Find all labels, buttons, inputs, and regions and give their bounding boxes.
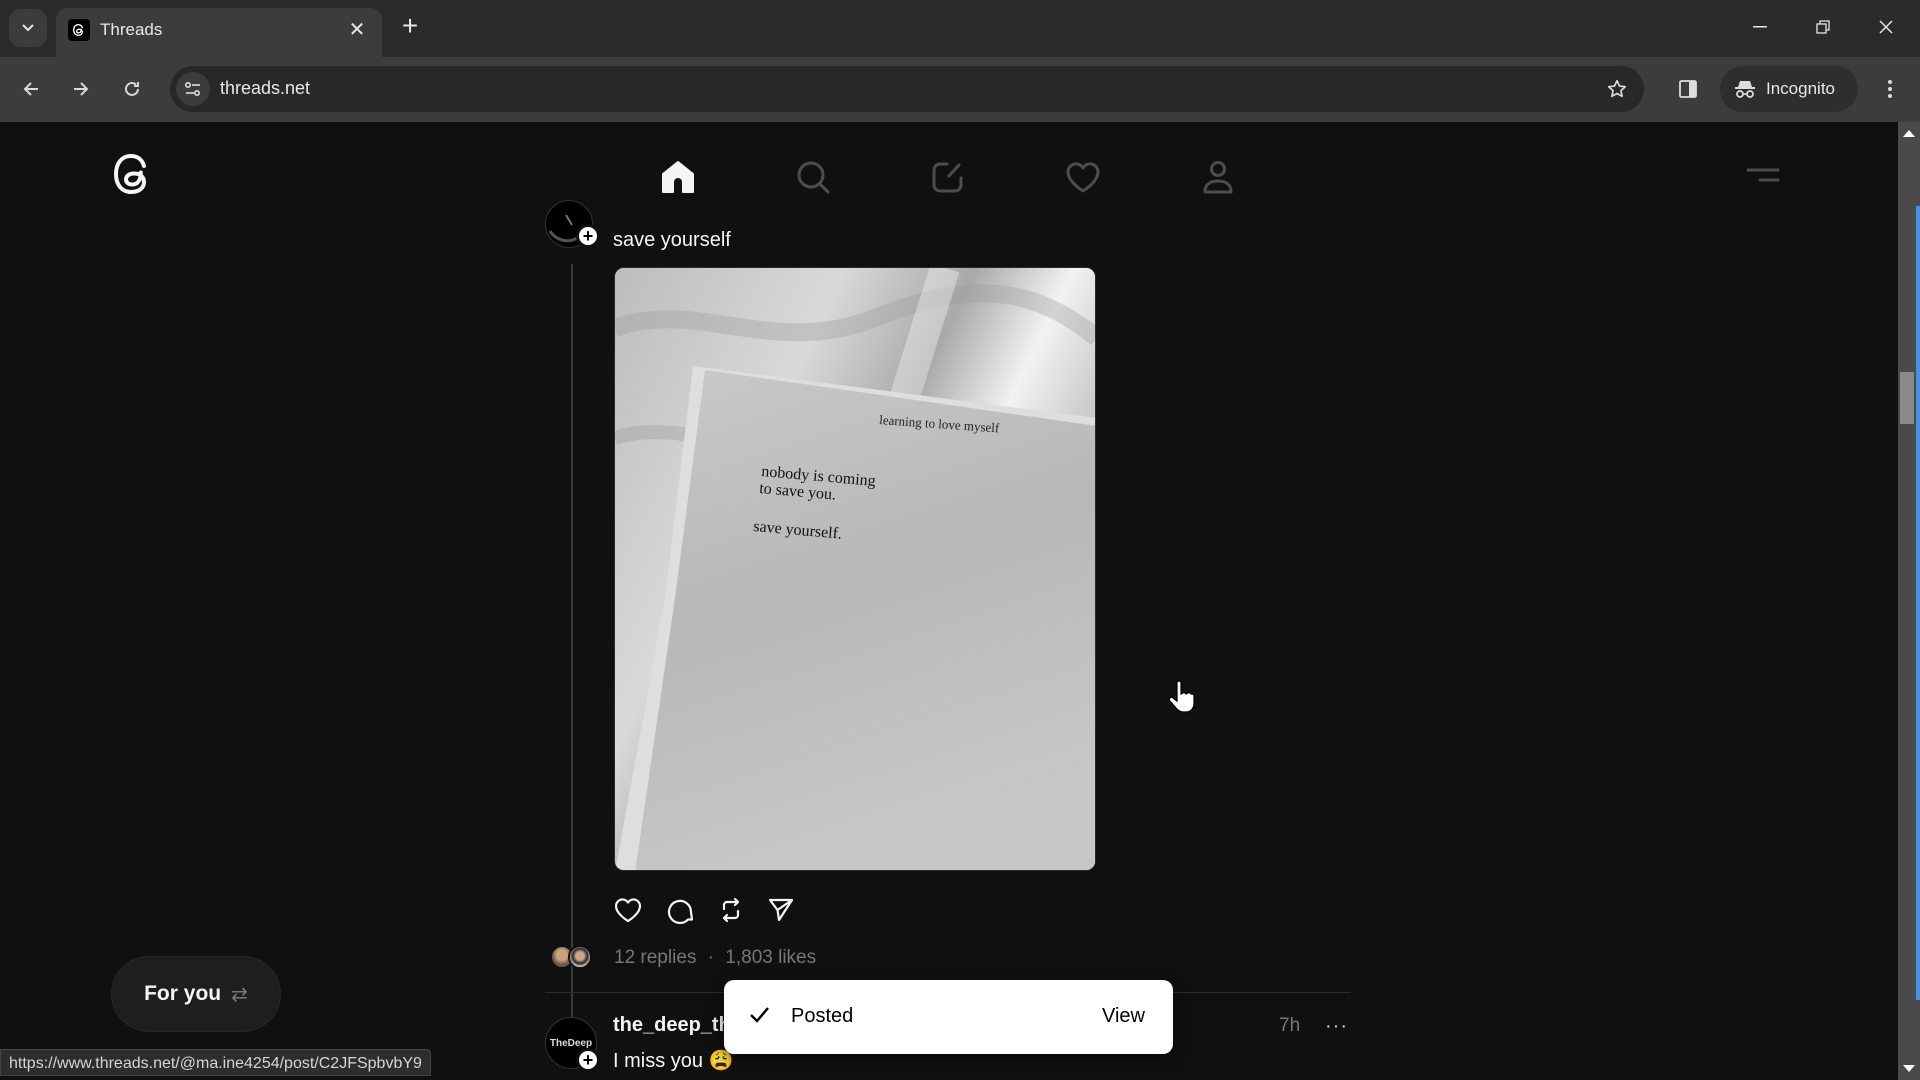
post-photo: learning to love myself nobody is coming…: [615, 268, 1095, 870]
incognito-badge[interactable]: Incognito: [1720, 66, 1858, 112]
swap-icon: ⇄: [231, 983, 248, 1006]
follow-plus-icon[interactable]: +: [576, 224, 600, 248]
next-post-text: I miss you 😩: [613, 1050, 734, 1072]
star-icon: [1607, 79, 1627, 98]
toast-message: Posted: [791, 1005, 854, 1027]
side-panel-button[interactable]: [1672, 73, 1704, 105]
stats-separator: ·: [707, 947, 714, 968]
bookmark-button[interactable]: [1604, 76, 1630, 102]
address-bar[interactable]: threads.net: [170, 66, 1644, 112]
arrow-right-icon: [74, 82, 89, 96]
heart-icon: [1066, 162, 1100, 193]
forward-button[interactable]: [63, 71, 99, 107]
tab-close-icon[interactable]: ✕: [344, 16, 370, 42]
reload-icon: [125, 81, 139, 96]
back-button[interactable]: [13, 71, 49, 107]
feed-switch-button[interactable]: For you ⇄: [111, 956, 281, 1032]
nav-search[interactable]: [763, 144, 863, 210]
browser-tab[interactable]: Threads ✕: [56, 8, 382, 57]
reply-button[interactable]: [662, 892, 698, 928]
next-post-username[interactable]: the_deep_th: [613, 1014, 731, 1037]
status-bar-url: https://www.threads.net/@ma.ine4254/post…: [0, 1049, 431, 1076]
arrow-left-icon: [23, 82, 38, 96]
more-options-icon[interactable]: ···: [1325, 1015, 1348, 1038]
comment-icon: [667, 899, 694, 924]
side-panel-icon: [1679, 80, 1697, 98]
scroll-focus-indicator: [1916, 206, 1920, 1000]
menu-button[interactable]: [1742, 160, 1782, 190]
post-stats: 12 replies · 1,803 likes: [614, 947, 816, 969]
tab-title: Threads: [100, 20, 163, 39]
new-tab-button[interactable]: +: [395, 12, 425, 42]
page-scrollbar[interactable]: [1898, 122, 1920, 1080]
home-icon: [662, 161, 694, 193]
threads-favicon-icon: [68, 19, 90, 41]
chevron-down-icon: [22, 24, 34, 32]
minimize-button[interactable]: [1740, 12, 1780, 42]
nav-home[interactable]: [628, 144, 728, 210]
avatar-text: TheDeep: [549, 1037, 593, 1049]
post-image[interactable]: learning to love myself nobody is coming…: [614, 267, 1096, 871]
posted-toast: Posted View: [724, 980, 1173, 1054]
restore-icon: [1816, 20, 1830, 34]
minimize-icon: [1753, 26, 1767, 28]
search-icon: [797, 161, 830, 194]
tune-icon: [184, 81, 201, 97]
browser-tab-strip: Threads ✕ +: [0, 0, 1920, 57]
scrollbar-thumb[interactable]: [1900, 372, 1914, 424]
nav-activity[interactable]: [1033, 144, 1133, 210]
post-text: save yourself: [613, 229, 731, 251]
toast-view-link[interactable]: View: [1102, 1005, 1145, 1028]
like-button[interactable]: [610, 892, 646, 928]
send-icon: [768, 898, 794, 922]
restore-button[interactable]: [1803, 12, 1843, 42]
replies-count[interactable]: 12 replies: [614, 947, 696, 968]
follow-plus-icon[interactable]: +: [576, 1048, 600, 1072]
reply-avatar: [568, 945, 592, 969]
close-window-button[interactable]: [1866, 12, 1906, 42]
close-icon: [1879, 20, 1893, 34]
scroll-up-arrow-icon[interactable]: [1903, 130, 1915, 137]
likes-count[interactable]: 1,803 likes: [725, 947, 816, 968]
repost-button[interactable]: [713, 892, 749, 928]
browser-toolbar: threads.net Incognito: [0, 57, 1920, 122]
incognito-icon: [1735, 81, 1755, 98]
scroll-down-arrow-icon[interactable]: [1903, 1065, 1915, 1072]
url-text: threads.net: [220, 78, 311, 98]
site-info-button[interactable]: [176, 72, 210, 106]
thread-line: [571, 264, 573, 1054]
threads-logo-icon[interactable]: [110, 150, 154, 198]
incognito-label: Incognito: [1766, 79, 1835, 98]
threads-page: + save yourself learning to love myself …: [0, 122, 1898, 1080]
user-icon: [1203, 161, 1233, 194]
menu-icon: [1746, 168, 1780, 182]
more-vertical-icon: [1888, 80, 1892, 98]
tab-search-button[interactable]: [9, 9, 47, 47]
reply-avatars: [550, 945, 596, 971]
browser-menu-button[interactable]: [1876, 73, 1904, 105]
nav-profile[interactable]: [1168, 144, 1268, 210]
repost-icon: [722, 897, 740, 923]
heart-icon: [614, 898, 642, 923]
hand-cursor-icon: [1168, 680, 1195, 713]
nav-create[interactable]: [898, 144, 998, 210]
check-icon: [750, 1007, 769, 1023]
compose-icon: [932, 162, 963, 193]
feed-switch-label: For you: [144, 982, 222, 1005]
reload-button[interactable]: [114, 71, 150, 107]
next-post-time: 7h: [1279, 1015, 1301, 1036]
share-button[interactable]: [763, 892, 799, 928]
